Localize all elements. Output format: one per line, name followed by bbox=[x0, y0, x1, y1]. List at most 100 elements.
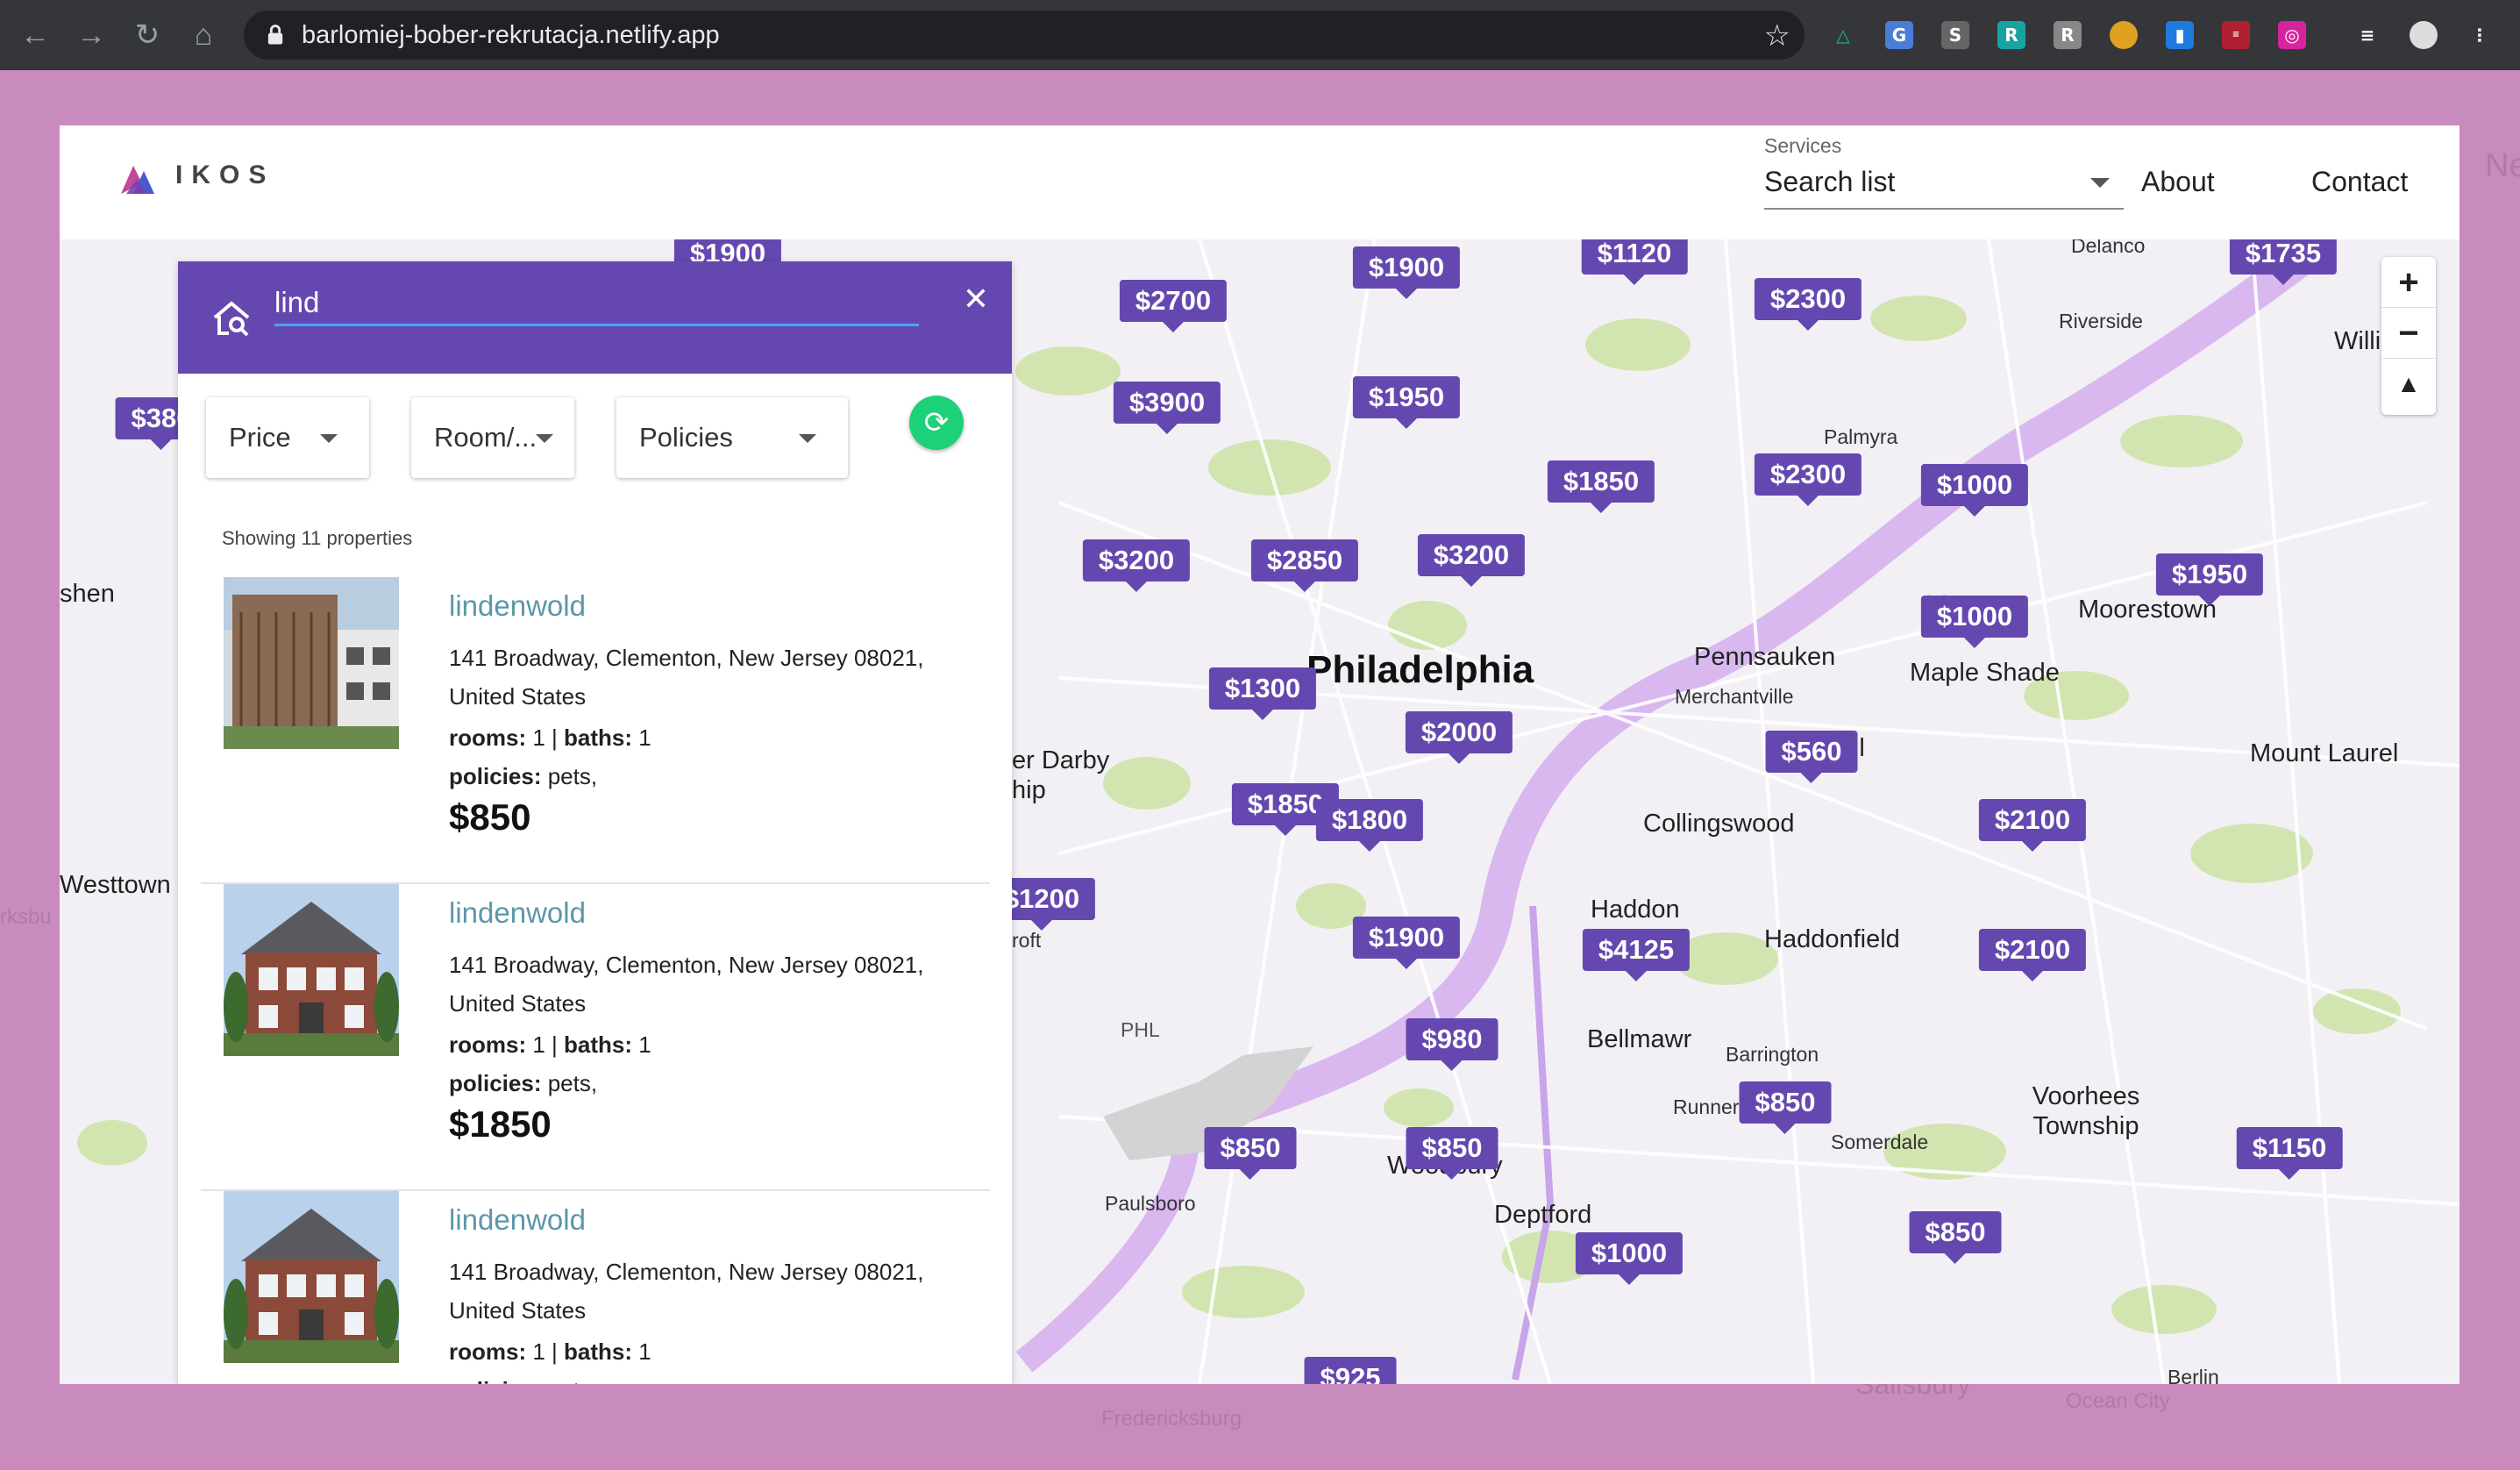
color-extension-icon[interactable] bbox=[2110, 21, 2138, 49]
price-pin[interactable]: $1800 bbox=[1315, 799, 1424, 852]
back-icon[interactable]: ← bbox=[16, 16, 54, 54]
price-pin[interactable]: $2850 bbox=[1250, 539, 1359, 592]
price-pin[interactable]: $3900 bbox=[1113, 382, 1221, 434]
price-pin[interactable]: $1150 bbox=[2236, 1127, 2343, 1180]
bg-map-label: Ocean City bbox=[2066, 1389, 2170, 1413]
price-pin[interactable]: $1900 bbox=[1352, 917, 1461, 969]
board-extension-icon[interactable]: ▮ bbox=[2166, 21, 2194, 49]
reset-bearing-button[interactable]: ▲ bbox=[2381, 359, 2436, 410]
about-link[interactable]: About bbox=[2141, 166, 2215, 198]
price-pin[interactable]: $2100 bbox=[1978, 799, 2087, 852]
place-label: roft bbox=[1012, 929, 1042, 952]
place-label: Collingswood bbox=[1643, 810, 1795, 838]
place-label: Haddon bbox=[1591, 896, 1680, 924]
price-pin[interactable]: $850 bbox=[1406, 1127, 1498, 1180]
price-pin[interactable]: $2100 bbox=[1978, 929, 2087, 981]
price-pin[interactable]: $1000 bbox=[1920, 464, 2029, 517]
listing-rooms-baths: rooms: 1 | baths: 1 bbox=[449, 1338, 651, 1365]
ikos-logo-icon[interactable] bbox=[117, 159, 158, 197]
place-label: Moorestown bbox=[2078, 596, 2217, 624]
search-input[interactable] bbox=[274, 281, 919, 326]
price-pin[interactable]: $1850 bbox=[1547, 460, 1655, 513]
place-label: Riverside bbox=[2059, 310, 2143, 332]
place-label: Paulsboro bbox=[1105, 1192, 1196, 1215]
extension-icon[interactable]: △ bbox=[1829, 21, 1857, 49]
reset-filters-button[interactable]: ⟳ bbox=[909, 396, 964, 450]
price-filter-label: Price bbox=[229, 422, 291, 453]
price-pin[interactable]: $560 bbox=[1765, 731, 1858, 783]
price-pin[interactable]: $1735 bbox=[2229, 239, 2338, 285]
listing-rooms-baths: rooms: 1 | baths: 1 bbox=[449, 1031, 651, 1058]
price-pin[interactable]: $2700 bbox=[1119, 280, 1228, 332]
price-pin[interactable]: $4125 bbox=[1582, 929, 1691, 981]
services-label: Services bbox=[1764, 134, 1842, 157]
browser-menu-icon[interactable]: ⋮ bbox=[2466, 21, 2494, 49]
price-pin[interactable]: $1950 bbox=[1352, 376, 1461, 429]
playlist-icon[interactable]: ≡ bbox=[2353, 21, 2381, 49]
place-label: Delanco bbox=[2071, 239, 2146, 257]
price-pin[interactable]: $1000 bbox=[1920, 596, 2029, 648]
price-pin[interactable]: $2300 bbox=[1754, 453, 1862, 506]
bookmark-star-icon[interactable]: ☆ bbox=[1764, 18, 1790, 54]
listing-title[interactable]: lindenwold bbox=[449, 1203, 586, 1237]
listing-address: 141 Broadway, Clementon, New Jersey 0802… bbox=[449, 1259, 924, 1324]
listing-price: $850 bbox=[449, 796, 531, 838]
s-extension-icon[interactable]: S bbox=[1941, 21, 1969, 49]
bg-map-label: Ne bbox=[2485, 147, 2520, 184]
listing-address: 141 Broadway, Clementon, New Jersey 0802… bbox=[449, 952, 924, 1017]
listing-card[interactable]: lindenwold 141 Broadway, Clementon, New … bbox=[201, 1191, 990, 1384]
place-label: hip bbox=[1012, 776, 1046, 804]
price-pin[interactable]: $850 bbox=[1909, 1211, 2002, 1264]
instagram-extension-icon[interactable]: ◎ bbox=[2278, 21, 2306, 49]
place-label: Deptford bbox=[1494, 1201, 1592, 1229]
price-pin[interactable]: $1000 bbox=[1575, 1232, 1684, 1285]
services-selected-value: Search list bbox=[1764, 166, 1896, 197]
zoom-in-button[interactable]: + bbox=[2381, 257, 2436, 308]
listing-title[interactable]: lindenwold bbox=[449, 589, 586, 623]
price-pin[interactable]: $1950 bbox=[2155, 553, 2264, 606]
listing-photo bbox=[224, 577, 399, 749]
price-filter[interactable]: Price bbox=[206, 397, 369, 478]
zoom-out-button[interactable]: − bbox=[2381, 308, 2436, 359]
r-extension-icon[interactable]: R bbox=[1997, 21, 2025, 49]
r-gray-extension-icon[interactable]: R bbox=[2054, 21, 2082, 49]
price-pin[interactable]: $2300 bbox=[1754, 278, 1862, 331]
listing-price: $1850 bbox=[449, 1103, 552, 1145]
listing-title[interactable]: lindenwold bbox=[449, 896, 586, 930]
news-extension-icon[interactable]: ≡ bbox=[2222, 21, 2250, 49]
listing-rooms-baths: rooms: 1 | baths: 1 bbox=[449, 724, 651, 751]
listing-policies: policies: pets, bbox=[449, 763, 598, 789]
place-label: Runner bbox=[1673, 1095, 1740, 1118]
translate-extension-icon[interactable]: G bbox=[1885, 21, 1913, 49]
forward-icon[interactable]: → bbox=[72, 16, 110, 54]
listing-card[interactable]: lindenwold 141 Broadway, Clementon, New … bbox=[201, 577, 990, 884]
map-zoom-controls: + − ▲ bbox=[2381, 257, 2436, 415]
price-pin[interactable]: $1300 bbox=[1208, 667, 1317, 720]
browser-toolbar: ← → ↻ ⌂ barlomiej-bober-rekrutacja.netli… bbox=[0, 0, 2520, 70]
price-pin[interactable]: $980 bbox=[1406, 1018, 1498, 1071]
contact-link[interactable]: Contact bbox=[2311, 166, 2408, 198]
address-bar[interactable]: barlomiej-bober-rekrutacja.netlify.app ☆ bbox=[244, 11, 1805, 60]
listing-card[interactable]: lindenwold 141 Broadway, Clementon, New … bbox=[201, 884, 990, 1191]
app-window: IKOS Services Search list About Contact bbox=[60, 125, 2459, 1384]
place-label: er Darby bbox=[1012, 746, 1110, 774]
policies-filter-label: Policies bbox=[639, 422, 733, 453]
search-panel: ✕ Price Room/... Policies ⟳ Showing 11 p… bbox=[178, 261, 1012, 1384]
reload-icon[interactable]: ↻ bbox=[128, 16, 167, 54]
clear-search-icon[interactable]: ✕ bbox=[963, 281, 989, 318]
price-pin[interactable]: $1900 bbox=[1352, 246, 1461, 299]
price-pin[interactable]: $3200 bbox=[1417, 534, 1526, 587]
rooms-filter[interactable]: Room/... bbox=[411, 397, 574, 478]
price-pin[interactable]: $850 bbox=[1204, 1127, 1297, 1180]
home-icon[interactable]: ⌂ bbox=[184, 16, 223, 54]
price-pin[interactable]: $3200 bbox=[1082, 539, 1191, 592]
price-pin[interactable]: $925 bbox=[1304, 1357, 1397, 1384]
price-pin[interactable]: $850 bbox=[1739, 1081, 1832, 1134]
place-label: Palmyra bbox=[1824, 425, 1898, 448]
price-pin[interactable]: $1120 bbox=[1581, 239, 1688, 285]
price-pin[interactable]: $2000 bbox=[1405, 711, 1513, 764]
profile-avatar[interactable] bbox=[2410, 21, 2438, 49]
services-dropdown[interactable]: Search list bbox=[1764, 159, 2124, 210]
policies-filter[interactable]: Policies bbox=[616, 397, 848, 478]
listing-policies: policies: pets, bbox=[449, 1070, 598, 1096]
